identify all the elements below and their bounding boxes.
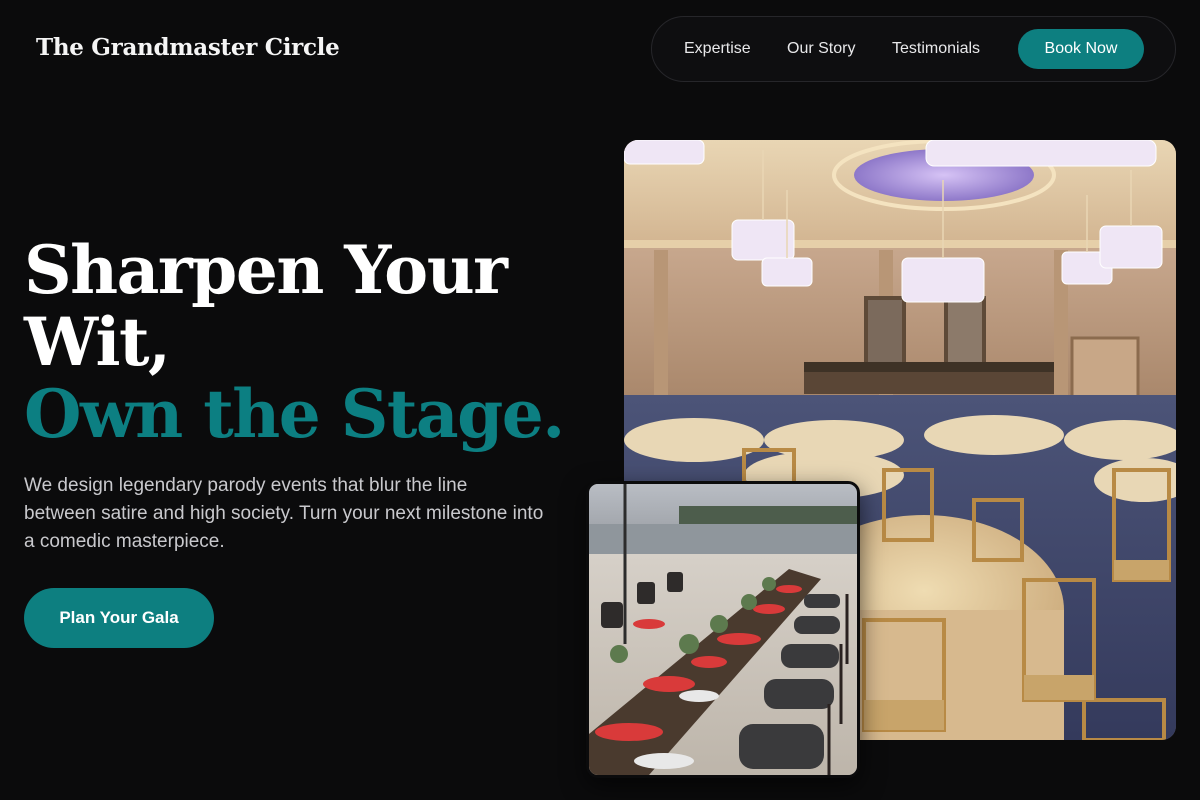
nav-link-testimonials[interactable]: Testimonials: [892, 40, 980, 58]
beach-dinner-table-photo: [586, 481, 860, 778]
beach-dinner-illustration: [589, 484, 857, 775]
plan-your-gala-button[interactable]: Plan Your Gala: [24, 588, 214, 648]
hero-title-line-1: Sharpen Your: [24, 231, 508, 309]
hero-description: We design legendary parody events that b…: [24, 475, 544, 552]
hero-title: Sharpen Your Wit, Own the Stage.: [24, 234, 584, 450]
main-nav: Expertise Our Story Testimonials Book No…: [651, 16, 1176, 82]
hero-title-line-2: Wit,: [24, 303, 171, 381]
nav-link-expertise[interactable]: Expertise: [684, 40, 751, 58]
book-now-button[interactable]: Book Now: [1018, 29, 1144, 69]
page: The Grandmaster Circle Expertise Our Sto…: [0, 0, 1200, 800]
hero-title-accent: Own the Stage.: [24, 375, 565, 453]
nav-link-our-story[interactable]: Our Story: [787, 40, 855, 58]
brand-logo[interactable]: The Grandmaster Circle: [36, 34, 340, 61]
